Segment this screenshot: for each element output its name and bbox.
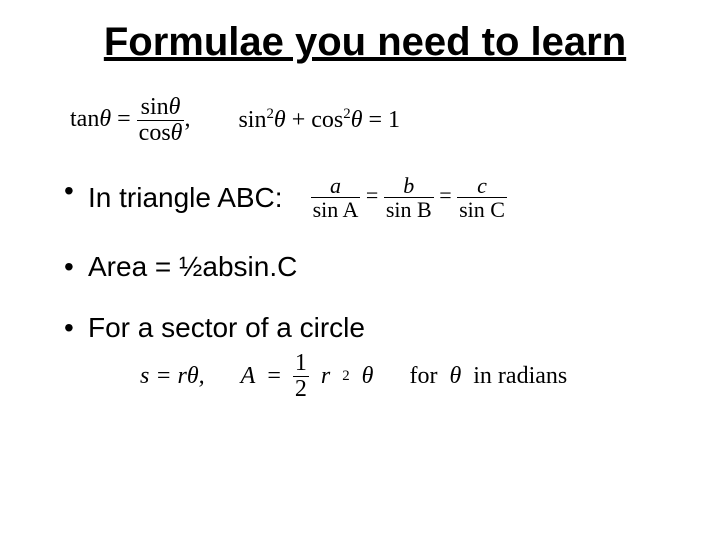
a: a bbox=[328, 174, 343, 197]
theta-den: θ bbox=[171, 120, 183, 146]
plus: + bbox=[292, 107, 306, 133]
in-radians: in radians bbox=[473, 363, 567, 390]
area-text: Area = ½absin.C bbox=[88, 251, 297, 282]
triangle-label: In triangle ABC: bbox=[88, 181, 283, 215]
for-text: for bbox=[409, 363, 437, 390]
comma-1: , bbox=[184, 106, 190, 132]
b: b bbox=[401, 174, 416, 197]
pythagorean-identity: sin2θ + cos2θ = 1 bbox=[238, 107, 400, 134]
theta-cond: θ bbox=[449, 363, 461, 390]
theta-1: θ bbox=[99, 106, 111, 132]
sine-rule: a sin A = b sin B = c sin C bbox=[311, 174, 507, 221]
tan-label: tan bbox=[70, 106, 99, 132]
one: 1 bbox=[293, 351, 309, 376]
slide: Formulae you need to learn tanθ = sinθ c… bbox=[0, 0, 720, 540]
cos-den: cos bbox=[139, 120, 171, 146]
bullet-area: Area = ½absin.C bbox=[60, 250, 670, 284]
r: r bbox=[321, 363, 330, 390]
trig-identities-row: tanθ = sinθ cosθ , sin2θ + cos2θ = 1 bbox=[70, 95, 670, 146]
sin-num: sin bbox=[141, 94, 169, 120]
tan-identity: tanθ = sinθ cosθ , bbox=[70, 95, 190, 146]
sinC: sin C bbox=[457, 197, 507, 221]
arc-length: s = rθ, bbox=[140, 363, 205, 390]
sin2-label: sin bbox=[238, 107, 266, 133]
A-label: A bbox=[241, 363, 256, 390]
sin-exp: 2 bbox=[266, 106, 273, 122]
frac-c: c sin C bbox=[457, 174, 507, 221]
theta-2: θ bbox=[274, 107, 286, 133]
sector-formulae: s = rθ, A = 1 2 r2 θ for θ in radians bbox=[140, 351, 670, 402]
sinA: sin A bbox=[311, 197, 361, 221]
frac-b: b sin B bbox=[384, 174, 434, 221]
sinB: sin B bbox=[384, 197, 434, 221]
eq-1: = bbox=[117, 106, 131, 132]
frac-a: a sin A bbox=[311, 174, 361, 221]
bullet-sector: For a sector of a circle bbox=[60, 311, 670, 345]
eq-sr-2: = bbox=[439, 183, 451, 208]
sector-label: For a sector of a circle bbox=[88, 312, 365, 343]
bullet-list: In triangle ABC: a sin A = b sin B = c s… bbox=[60, 174, 670, 344]
cos2-label: cos bbox=[311, 107, 343, 133]
page-title: Formulae you need to learn bbox=[60, 20, 670, 65]
c: c bbox=[475, 174, 489, 197]
theta-3: θ bbox=[351, 107, 363, 133]
eq-sr-1: = bbox=[366, 183, 378, 208]
fraction-sin-over-cos: sinθ cosθ bbox=[137, 95, 185, 146]
two: 2 bbox=[293, 376, 309, 402]
half-frac: 1 2 bbox=[293, 351, 309, 402]
bullet-triangle: In triangle ABC: a sin A = b sin B = c s… bbox=[60, 174, 670, 221]
cos-exp: 2 bbox=[343, 106, 350, 122]
eq-one: = 1 bbox=[369, 107, 401, 133]
theta-sector: θ bbox=[362, 363, 374, 390]
eq-sector: = bbox=[267, 363, 281, 390]
theta-num: θ bbox=[169, 94, 181, 120]
